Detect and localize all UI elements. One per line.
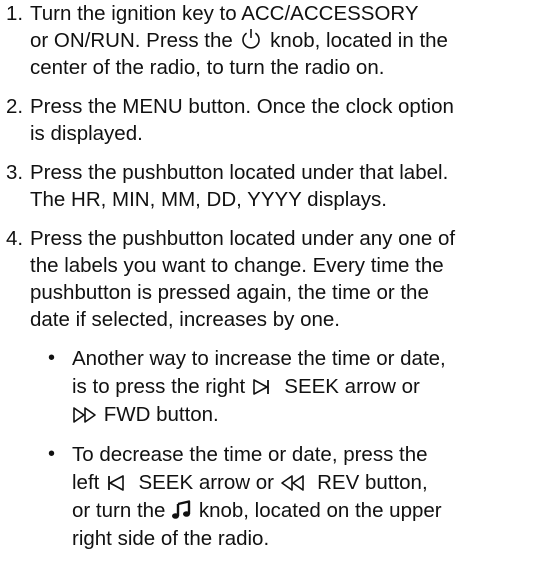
text-segment: FWD button. [98,403,219,426]
bullet-text-line: To decrease the time or date, press the [72,443,428,466]
bullet-text-line: FWD button. [72,401,219,428]
text-segment: or turn the [72,499,172,522]
text-segment: SEEK arrow or [127,471,280,494]
step-text-line: is displayed. [30,122,143,145]
step-text-line: date if selected, increases by one. [30,308,340,331]
fast-forward-icon [73,407,96,423]
seek-right-icon [253,379,269,395]
rewind-icon [280,475,304,491]
text-segment: REV button, [305,471,428,494]
step-text-line: Press the MENU button. Once the clock op… [30,95,454,118]
text-segment: SEEK arrow or [272,375,420,398]
text-segment: is to press the right [72,375,251,398]
step-text-line: Press the pushbutton located under that … [30,161,449,184]
step-text-line: or ON/RUN. Press the knob, located in th… [30,27,448,54]
step-text-line: The HR, MIN, MM, DD, YYYY displays. [30,188,387,211]
text-segment: knob, located on the upper [193,499,442,522]
bullet-text-line: right side of the radio. [72,527,270,550]
text-segment: knob, located in the [264,29,448,52]
bullet-text-line: or turn the knob, located on the upper [72,497,442,524]
step-number: 1. [6,2,24,25]
music-note-icon [172,500,191,519]
power-icon [242,29,261,49]
text-segment: left [72,471,106,494]
bullet-text-line: left SEEK arrow or REV button, [72,469,428,496]
instruction-list: 1. Turn the ignition key to ACC/ACCESSOR… [0,0,548,580]
bullet-icon: • [48,443,56,465]
step-number: 2. [6,95,24,118]
step-text-line: the labels you want to change. Every tim… [30,254,444,277]
bullet-text-line: is to press the right SEEK arrow or [72,373,420,400]
step-text-line: pushbutton is pressed again, the time or… [30,281,429,304]
text-segment: or ON/RUN. Press the [30,29,239,52]
seek-left-icon [108,475,124,491]
bullet-icon: • [48,347,56,369]
step-text-line: Press the pushbutton located under any o… [30,227,456,250]
step-number: 4. [6,227,24,250]
step-text-line: center of the radio, to turn the radio o… [30,56,385,79]
step-number: 3. [6,161,24,184]
step-text-line: Turn the ignition key to ACC/ACCESSORY [30,2,419,25]
bullet-text-line: Another way to increase the time or date… [72,347,446,370]
